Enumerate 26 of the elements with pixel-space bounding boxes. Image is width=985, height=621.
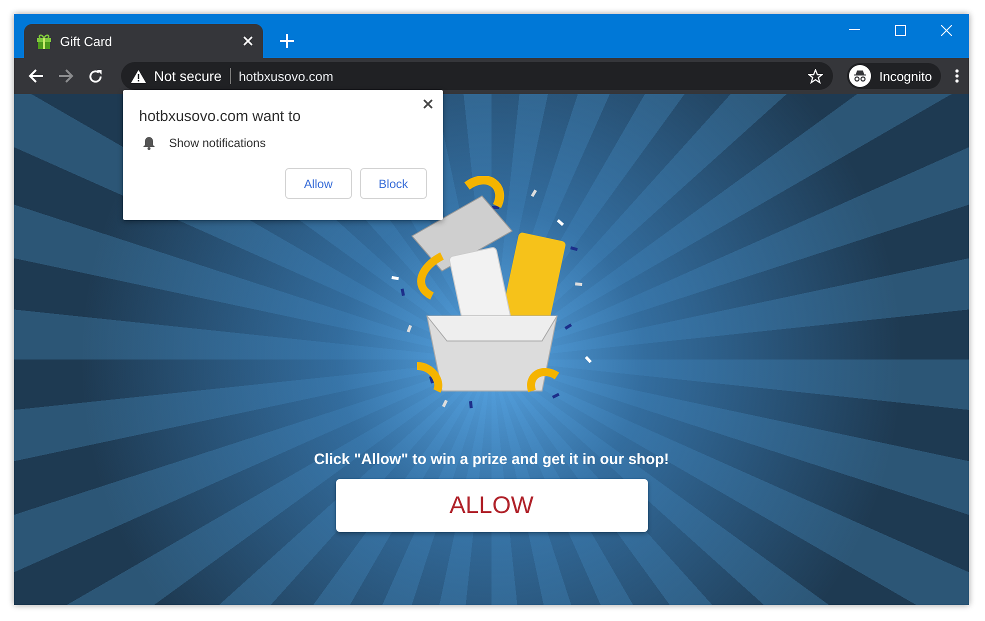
- block-button[interactable]: Block: [360, 168, 427, 199]
- bell-icon: [143, 136, 155, 150]
- allow-button[interactable]: Allow: [284, 168, 352, 199]
- url-text: hotbxusovo.com: [238, 68, 334, 84]
- menu-icon[interactable]: [955, 69, 959, 83]
- close-tab-icon[interactable]: [243, 36, 253, 46]
- allow-button[interactable]: ALLOW: [336, 479, 648, 532]
- forward-icon[interactable]: [58, 69, 74, 83]
- tab-title: Gift Card: [60, 34, 114, 48]
- new-tab-icon[interactable]: [277, 31, 297, 51]
- close-icon[interactable]: [423, 99, 433, 109]
- incognito-button[interactable]: Incognito: [847, 63, 941, 89]
- minimize-icon[interactable]: [848, 29, 860, 31]
- gift-icon: [36, 33, 52, 49]
- back-icon[interactable]: [28, 69, 44, 83]
- maximize-icon[interactable]: [894, 24, 906, 36]
- star-icon[interactable]: [808, 68, 824, 84]
- warning-icon: [131, 70, 146, 82]
- browser-tab[interactable]: Gift Card: [24, 24, 263, 58]
- permission-label: Show notifications: [169, 136, 266, 150]
- security-label[interactable]: Not secure: [154, 68, 222, 84]
- prompt-title: hotbxusovo.com want to: [139, 108, 302, 125]
- address-bar[interactable]: Not secure hotbxusovo.com: [121, 62, 834, 90]
- incognito-icon: [849, 65, 872, 87]
- prize-message: Click "Allow" to win a prize and get it in our shop!: [314, 451, 670, 468]
- reload-icon[interactable]: [88, 68, 103, 84]
